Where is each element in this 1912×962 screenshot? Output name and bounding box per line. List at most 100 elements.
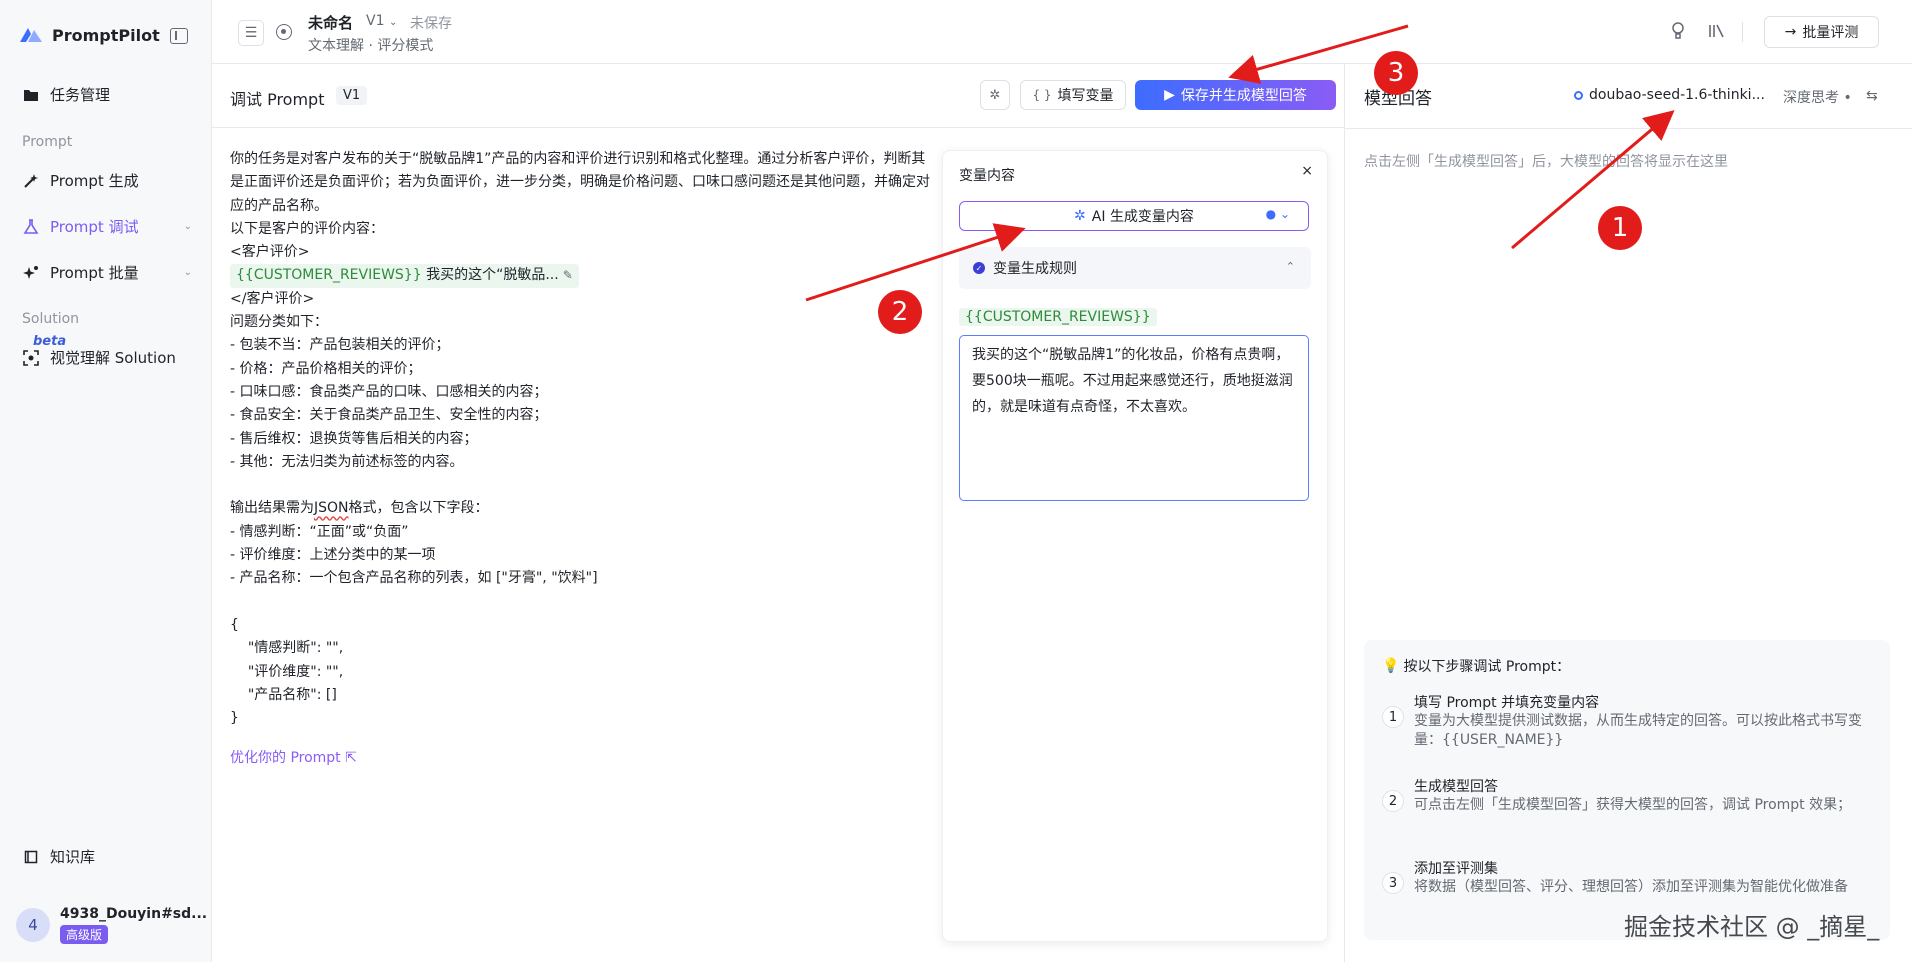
variable-rule-label: 变量生成规则 (993, 261, 1077, 277)
sidebar-item-prompt-debug[interactable]: Prompt 调试 ⌄ (22, 216, 192, 237)
pane-divider[interactable] (1344, 64, 1345, 962)
sidebar-item-knowledge[interactable]: 知识库 (22, 846, 192, 867)
watermark: 掘金技术社区 @ _摘星_ (1624, 913, 1880, 941)
variable-chip[interactable]: {{CUSTOMER_REVIEWS}} 我买的这个“脱敏品... ✎ (230, 264, 579, 288)
spellcheck-word: JSON (314, 500, 349, 517)
batch-eval-button[interactable]: → 批量评测 (1764, 16, 1879, 48)
steps-header: 💡 按以下步骤调试 Prompt： (1382, 656, 1570, 676)
globe-icon[interactable]: ● ⌄ (1266, 207, 1290, 221)
chevron-down-icon[interactable]: ⌄ (184, 221, 192, 232)
flask-icon (22, 218, 40, 236)
variable-panel: 变量内容 × ✲ AI 生成变量内容 ● ⌄ ✓ 变量生成规则 ⌃ {{CUST… (942, 150, 1328, 942)
model-selector[interactable]: doubao-seed-1.6-thinki... (1574, 87, 1765, 103)
sparkle-icon[interactable]: ✲ (980, 80, 1010, 110)
sidebar-item-label: Prompt 批量 (50, 264, 139, 282)
step-desc: 将数据（模型回答、评分、理想回答）添加至评测集为智能优化做准备 (1414, 879, 1848, 895)
fill-variables-label: 填写变量 (1057, 88, 1114, 104)
doc-version-select[interactable]: V1 ⌄ (366, 13, 397, 29)
annotation-arrow-1 (1511, 110, 1675, 250)
target-icon[interactable] (276, 24, 292, 40)
arrow-right-icon: → (1784, 24, 1797, 40)
doc-subtitle: 文本理解 · 评分模式 (308, 38, 434, 54)
editor-title: 调试 Prompt (230, 90, 325, 109)
nav-section-prompt: Prompt (22, 134, 73, 150)
prompt-editor[interactable]: 你的任务是对客户发布的关于“脱敏品牌1”产品的内容和评价进行识别和格式化整理。通… (230, 148, 930, 730)
topbar: ☰ 未命名 V1 ⌄ 未保存 文本理解 · 评分模式 → 批量评测 (212, 0, 1912, 64)
brand-name: PromptPilot (52, 25, 160, 45)
step-desc: 变量为大模型提供测试数据，从而生成特定的回答。可以按此格式书写变量：{{USER… (1414, 713, 1862, 748)
sidebar: PromptPilot 任务管理 Prompt Prompt 生成 Prompt… (0, 0, 212, 962)
folder-icon (22, 86, 40, 104)
editor-header: 调试 Prompt V1 ✲ { } 填写变量 ▶ 保存并生成模型回答 (212, 64, 1344, 128)
step-desc: 可点击左侧「生成模型回答」获得大模型的回答，调试 Prompt 效果； (1414, 797, 1852, 813)
sidebar-item-prompt-batch[interactable]: Prompt 批量 ⌄ (22, 262, 192, 283)
nav-section-solution: Solution (22, 311, 80, 327)
sidebar-item-label: Prompt 调试 (50, 218, 139, 236)
sidebar-item-label: Prompt 生成 (50, 172, 139, 190)
variable-rule-toggle[interactable]: ✓ 变量生成规则 ⌃ (959, 247, 1311, 289)
fill-variables-button[interactable]: { } 填写变量 (1020, 80, 1126, 110)
annotation-badge-3: 3 (1374, 51, 1418, 95)
settings-sliders-icon[interactable]: ⇆ (1866, 88, 1878, 104)
variable-preview: 我买的这个“脱敏品... (421, 267, 559, 284)
steps-guide: 💡 按以下步骤调试 Prompt： 1 填写 Prompt 并填充变量内容 变量… (1364, 640, 1890, 940)
avatar[interactable]: 4 (16, 908, 50, 942)
magic-wand-icon (22, 172, 40, 190)
divider (1742, 22, 1743, 42)
sidebar-item-label: 任务管理 (50, 86, 111, 104)
steps-title: 按以下步骤调试 Prompt： (1403, 659, 1571, 675)
step-number: 2 (1382, 790, 1404, 812)
close-icon[interactable]: × (1301, 163, 1313, 179)
step-title: 生成模型回答 (1414, 779, 1498, 795)
sidebar-item-label: 视觉理解 Solution (50, 349, 176, 367)
save-generate-button[interactable]: ▶ 保存并生成模型回答 (1135, 80, 1336, 110)
save-status: 未保存 (410, 16, 452, 32)
user-tier-badge: 高级版 (60, 925, 109, 944)
ai-generate-variables-button[interactable]: ✲ AI 生成变量内容 ● ⌄ (959, 201, 1309, 231)
step-number: 1 (1382, 706, 1404, 728)
annotation-badge-2: 2 (878, 290, 922, 334)
chevron-down-icon: ⌄ (388, 17, 398, 28)
optimize-prompt-link[interactable]: 优化你的 Prompt ⇱ (230, 747, 357, 767)
variable-label: {{CUSTOMER_REVIEWS}} (959, 308, 1157, 326)
chevron-up-icon[interactable]: ⌃ (1286, 260, 1295, 273)
prompt-text-part1: 你的任务是对客户发布的关于“脱敏品牌1”产品的内容和评价进行识别和格式化整理。通… (230, 151, 930, 261)
prompt-text-part2: </客户评价> 问题分类如下： - 包装不当：产品包装相关的评价； - 价格：产… (230, 290, 548, 517)
menu-icon[interactable]: ☰ (238, 20, 264, 46)
response-placeholder: 点击左侧「生成模型回答」后，大模型的回答将显示在这里 (1364, 154, 1728, 170)
lightbulb-icon[interactable] (1671, 22, 1685, 40)
braces-icon: { } (1032, 88, 1052, 102)
play-icon: ▶ (1164, 87, 1175, 103)
sidebar-item-prompt-gen[interactable]: Prompt 生成 (22, 170, 192, 191)
ai-generate-label: AI 生成变量内容 (1091, 209, 1194, 225)
sidebar-item-label: 知识库 (50, 848, 96, 866)
batch-sparkle-icon (22, 264, 40, 282)
book-icon (22, 848, 40, 866)
step-title: 添加至评测集 (1414, 861, 1498, 877)
model-name-label: doubao-seed-1.6-thinki... (1589, 87, 1765, 103)
user-profile[interactable]: 4 4938_Douyin#sd... 高级版 (16, 906, 207, 944)
divider (1344, 128, 1912, 129)
doc-title[interactable]: 未命名 (308, 12, 353, 33)
pencil-icon[interactable]: ✎ (563, 268, 573, 282)
deep-think-toggle[interactable]: 深度思考 • (1783, 87, 1852, 107)
model-logo-icon (1574, 90, 1583, 100)
promptpilot-logo-icon (20, 28, 42, 42)
docs-icon[interactable] (1708, 22, 1726, 40)
batch-eval-label: 批量评测 (1802, 25, 1859, 41)
variable-panel-title: 变量内容 (959, 168, 1015, 184)
annotation-badge-1: 1 (1598, 206, 1642, 250)
variable-value-input[interactable]: 我买的这个“脱敏品牌1”的化妆品，价格有点贵啊，要500块一瓶呢。不过用起来感觉… (959, 335, 1309, 501)
chevron-down-icon[interactable]: ⌄ (184, 267, 192, 278)
sidebar-collapse-icon[interactable] (170, 28, 188, 44)
editor-version: V1 (336, 86, 368, 105)
sidebar-item-tasks[interactable]: 任务管理 (22, 84, 192, 105)
variable-name: {{CUSTOMER_REVIEWS}} (236, 267, 422, 284)
brand[interactable]: PromptPilot (18, 24, 160, 46)
step-title: 填写 Prompt 并填充变量内容 (1414, 695, 1600, 711)
sidebar-item-vision-solution[interactable]: 视觉理解 Solution (22, 347, 192, 368)
check-circle-icon: ✓ (973, 262, 985, 274)
scan-icon (22, 349, 40, 367)
sparkle-icon: ✲ (1074, 208, 1086, 224)
lightbulb-icon: 💡 (1382, 658, 1400, 674)
